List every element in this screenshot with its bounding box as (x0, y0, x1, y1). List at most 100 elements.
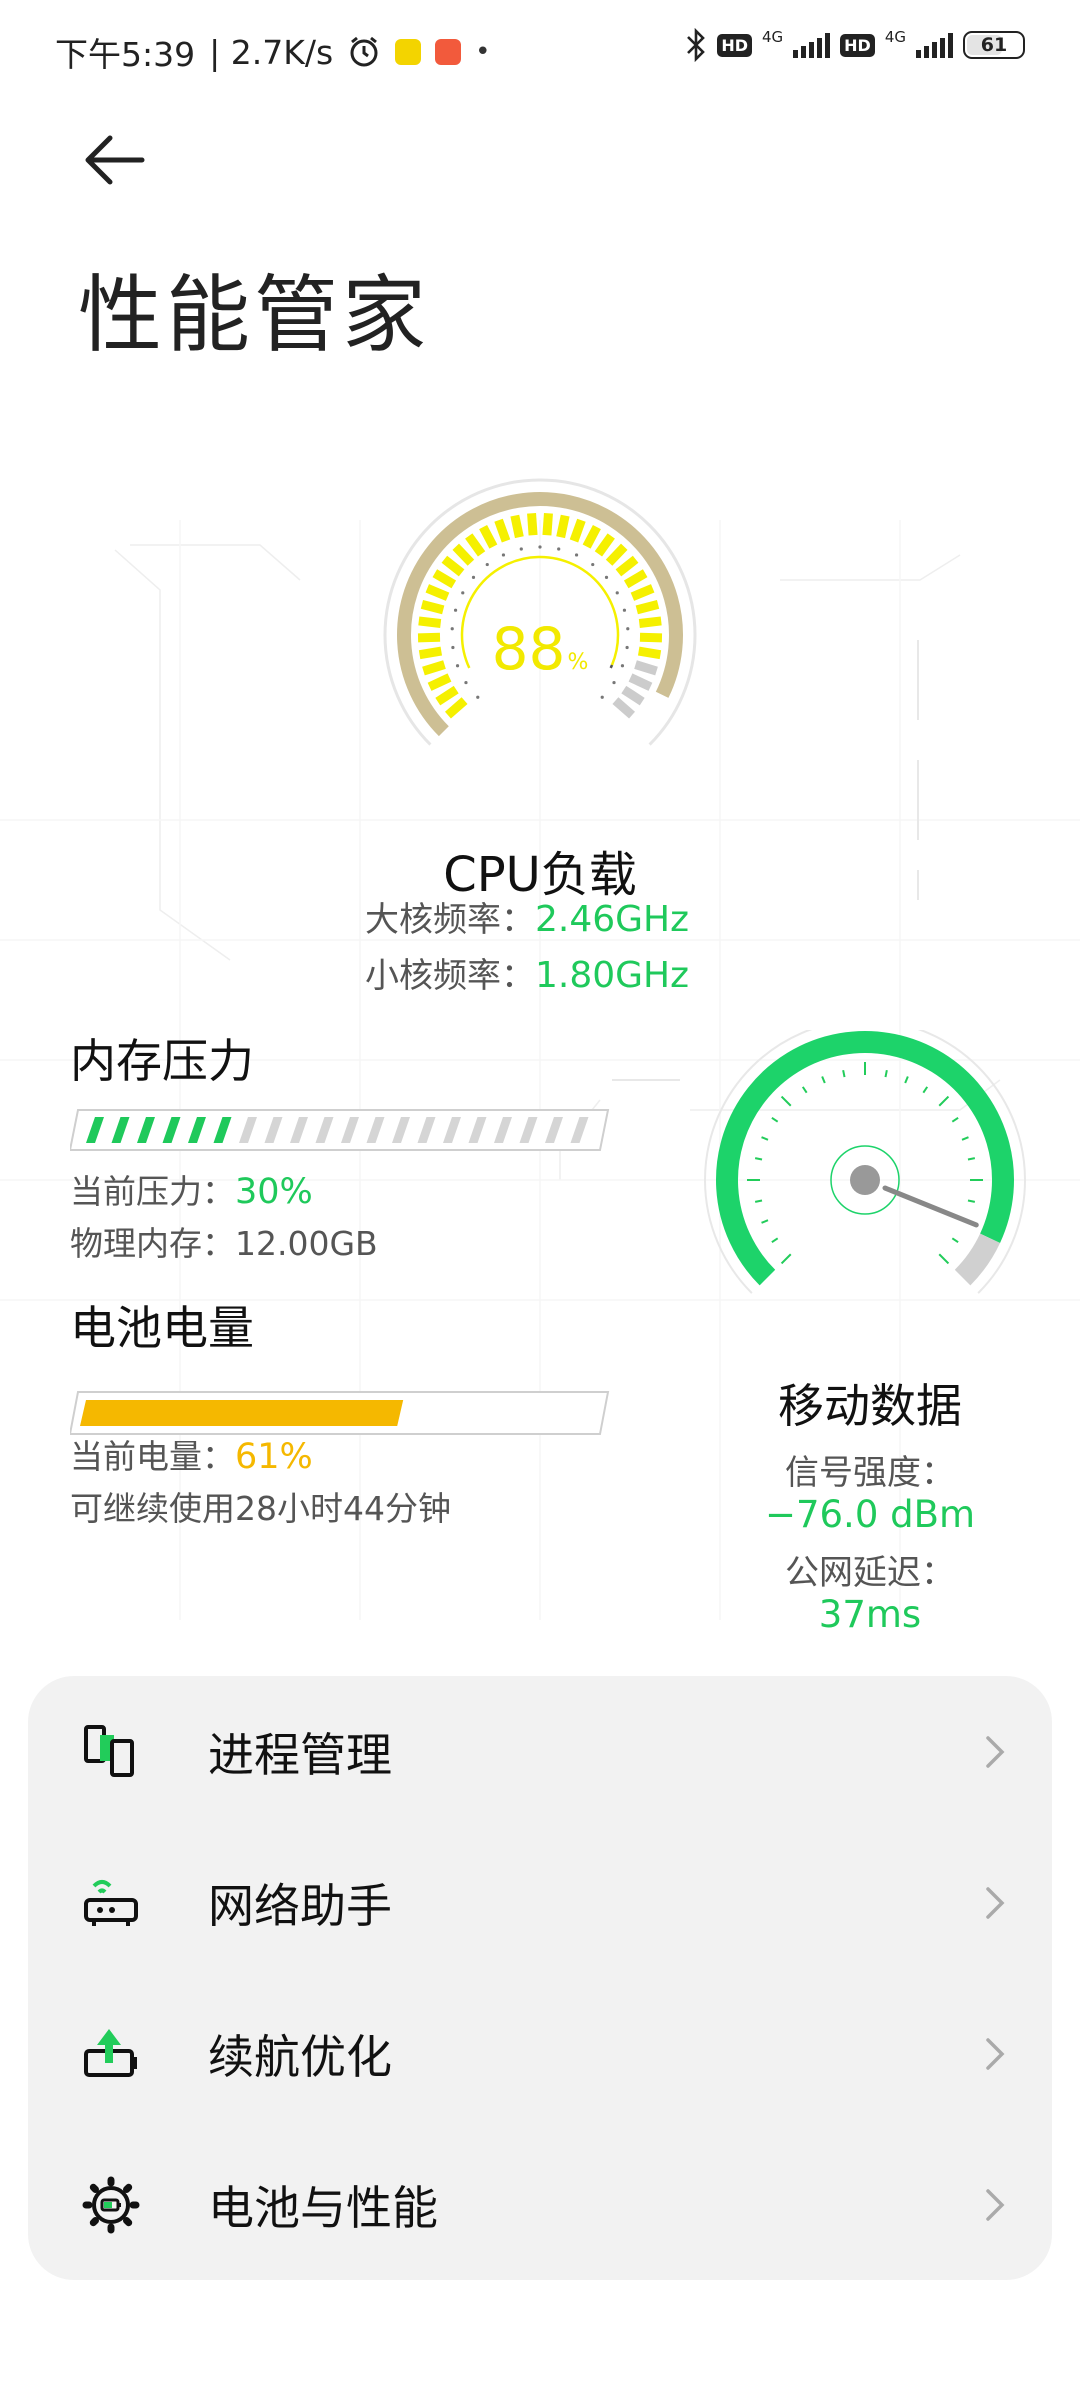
battery-level-info: 当前电量：61% (70, 1430, 313, 1478)
mobile-data-gauge-tick (754, 1199, 763, 1203)
menu-label-battery-performance: 电池与性能 (208, 2180, 438, 2235)
chevron-right-icon (986, 1886, 1005, 1919)
cpu-gauge-segment (479, 524, 498, 549)
process-manager-icon (84, 1724, 134, 1777)
notification-icon-2 (435, 39, 462, 65)
big-core-value: 2.46GHz (535, 899, 690, 940)
cpu-gauge-segment (420, 599, 445, 615)
cpu-gauge-tick (519, 547, 523, 551)
signal-strength-value: −76.0 dBm (764, 1493, 976, 1536)
battery-level-text: 61 (980, 34, 1008, 56)
battery-level-value: 61% (235, 1437, 313, 1477)
cpu-load-number: 88 (491, 615, 566, 683)
mobile-data-gauge-tick (761, 1219, 769, 1224)
menu-item-battery-optimize[interactable]: 续航优化 (28, 1978, 1052, 2129)
battery-level-title: 电池电量 (70, 1301, 254, 1355)
alarm-icon (350, 36, 378, 67)
memory-pressure-title: 内存压力 (70, 1034, 254, 1088)
mobile-data-gauge-tick (821, 1076, 826, 1084)
mobile-data-gauge-tick (961, 1136, 969, 1141)
cpu-gauge-segment (445, 697, 468, 719)
big-core-label: 大核频率： (365, 900, 535, 940)
physical-memory-value: 12.00GB (235, 1224, 378, 1263)
status-bar: 下午5:39 | 2.7K/s • HD 4G HD 4G 61 (0, 0, 1080, 100)
performance-manager-screen: 下午5:39 | 2.7K/s • HD 4G HD 4G 61 性能管家 88… (0, 0, 1080, 2400)
cpu-gauge-segment (452, 543, 475, 566)
cpu-gauge-segment (635, 599, 660, 615)
cpu-gauge-tick (591, 562, 595, 567)
network-assistant-icon (84, 1879, 138, 1926)
menu-item-network-assistant[interactable]: 网络助手 (28, 1827, 1052, 1978)
mobile-data-gauge-tick (780, 1095, 792, 1107)
page-title: 性能管家 (78, 266, 431, 364)
mobile-data-gauge-tick (771, 1116, 779, 1123)
more-notifications-icon: • (475, 37, 491, 67)
menu-item-battery-performance[interactable]: 电池与性能 (28, 2129, 1052, 2280)
chevron-right-icon (986, 2188, 1005, 2221)
cpu-gauge-segment (510, 514, 524, 539)
cpu-gauge-segment (435, 685, 459, 706)
menu-label-network-assistant: 网络助手 (208, 1878, 392, 1933)
menu-label-process-manager: 进程管理 (208, 1727, 392, 1782)
battery-level-label: 当前电量： (70, 1437, 235, 1476)
chevron-right-icon (986, 1735, 1005, 1768)
latency-value: 37ms (818, 1593, 922, 1636)
mobile-data-gauge-tick (780, 1253, 792, 1265)
hd-badge-2: HD (840, 33, 875, 57)
battery-bar-fill (80, 1400, 404, 1426)
mobile-data-gauge-tick (884, 1069, 888, 1078)
cpu-gauge-segment (418, 616, 442, 628)
mobile-data-gauge-tick (938, 1253, 950, 1265)
cpu-gauge-segment (621, 685, 645, 706)
memory-pressure-value: 30% (235, 1172, 313, 1212)
cpu-gauge-segment (605, 543, 628, 566)
chevron-right-icon (986, 2037, 1005, 2070)
mobile-data-gauge-tick (754, 1157, 763, 1161)
mobile-data-gauge-tick (761, 1136, 769, 1141)
mobile-data-gauge-hub (850, 1165, 880, 1195)
mobile-data-gauge-tick (801, 1086, 808, 1094)
memory-pressure-label: 当前压力： (70, 1172, 235, 1211)
cpu-gauge-segment (432, 569, 457, 589)
bluetooth-icon (687, 28, 706, 62)
cpu-gauge-segment (417, 632, 441, 643)
mobile-data-gauge-tick (904, 1076, 909, 1084)
arrow-left-icon[interactable] (80, 130, 150, 190)
mobile-data-gauge-tick (951, 1237, 959, 1244)
settings-gear-icon (82, 2176, 140, 2233)
cpu-gauge-segment (465, 533, 486, 557)
mobile-data-gauge-tick (842, 1069, 846, 1078)
physical-memory-info: 物理内存：12.00GB (70, 1217, 378, 1265)
signal-icon-2 (916, 32, 953, 58)
cpu-gauge-segment (630, 584, 655, 601)
battery-remaining-time: 可继续使用28小时44分钟 (70, 1489, 451, 1528)
cpu-gauge-segment (542, 512, 553, 536)
tools-menu: 进程管理 网络助手 续航优化 电池与性能 (28, 1676, 1052, 2280)
mobile-data-gauge-tick (922, 1086, 929, 1094)
mobile-data-title: 移动数据 (778, 1379, 962, 1433)
battery-optimize-icon (84, 2028, 137, 2077)
memory-pressure-info: 当前压力：30% (70, 1165, 313, 1213)
cpu-gauge-tick (604, 575, 609, 579)
latency-label: 公网延迟： (785, 1553, 955, 1593)
cpu-gauge-segment (569, 518, 586, 543)
big-core-frequency: 大核频率：2.46GHz (365, 892, 689, 941)
signal-strength-label: 信号强度： (785, 1453, 955, 1493)
notification-icon (395, 39, 422, 65)
cpu-gauge-segment (638, 616, 662, 628)
cpu-gauge-tick (557, 547, 561, 551)
cpu-gauge-tick (461, 591, 465, 595)
mobile-data-gauge-tick (951, 1116, 959, 1123)
cpu-gauge-segment (441, 555, 465, 577)
cpu-gauge-tick (615, 591, 619, 595)
cpu-gauge-segment (418, 646, 443, 660)
mobile-data-gauge (704, 1030, 1026, 1294)
mobile-data-gauge-arc-rest (954, 1233, 1001, 1286)
cpu-gauge-segment (527, 512, 538, 536)
mobile-data-gauge-needle (882, 1185, 979, 1228)
mobile-data-gauge-arc (716, 1031, 1014, 1286)
cpu-gauge-tick (476, 695, 480, 699)
menu-item-process-manager[interactable]: 进程管理 (28, 1676, 1052, 1827)
cpu-load-unit: % (567, 650, 589, 675)
cpu-gauge-segment (637, 646, 662, 660)
